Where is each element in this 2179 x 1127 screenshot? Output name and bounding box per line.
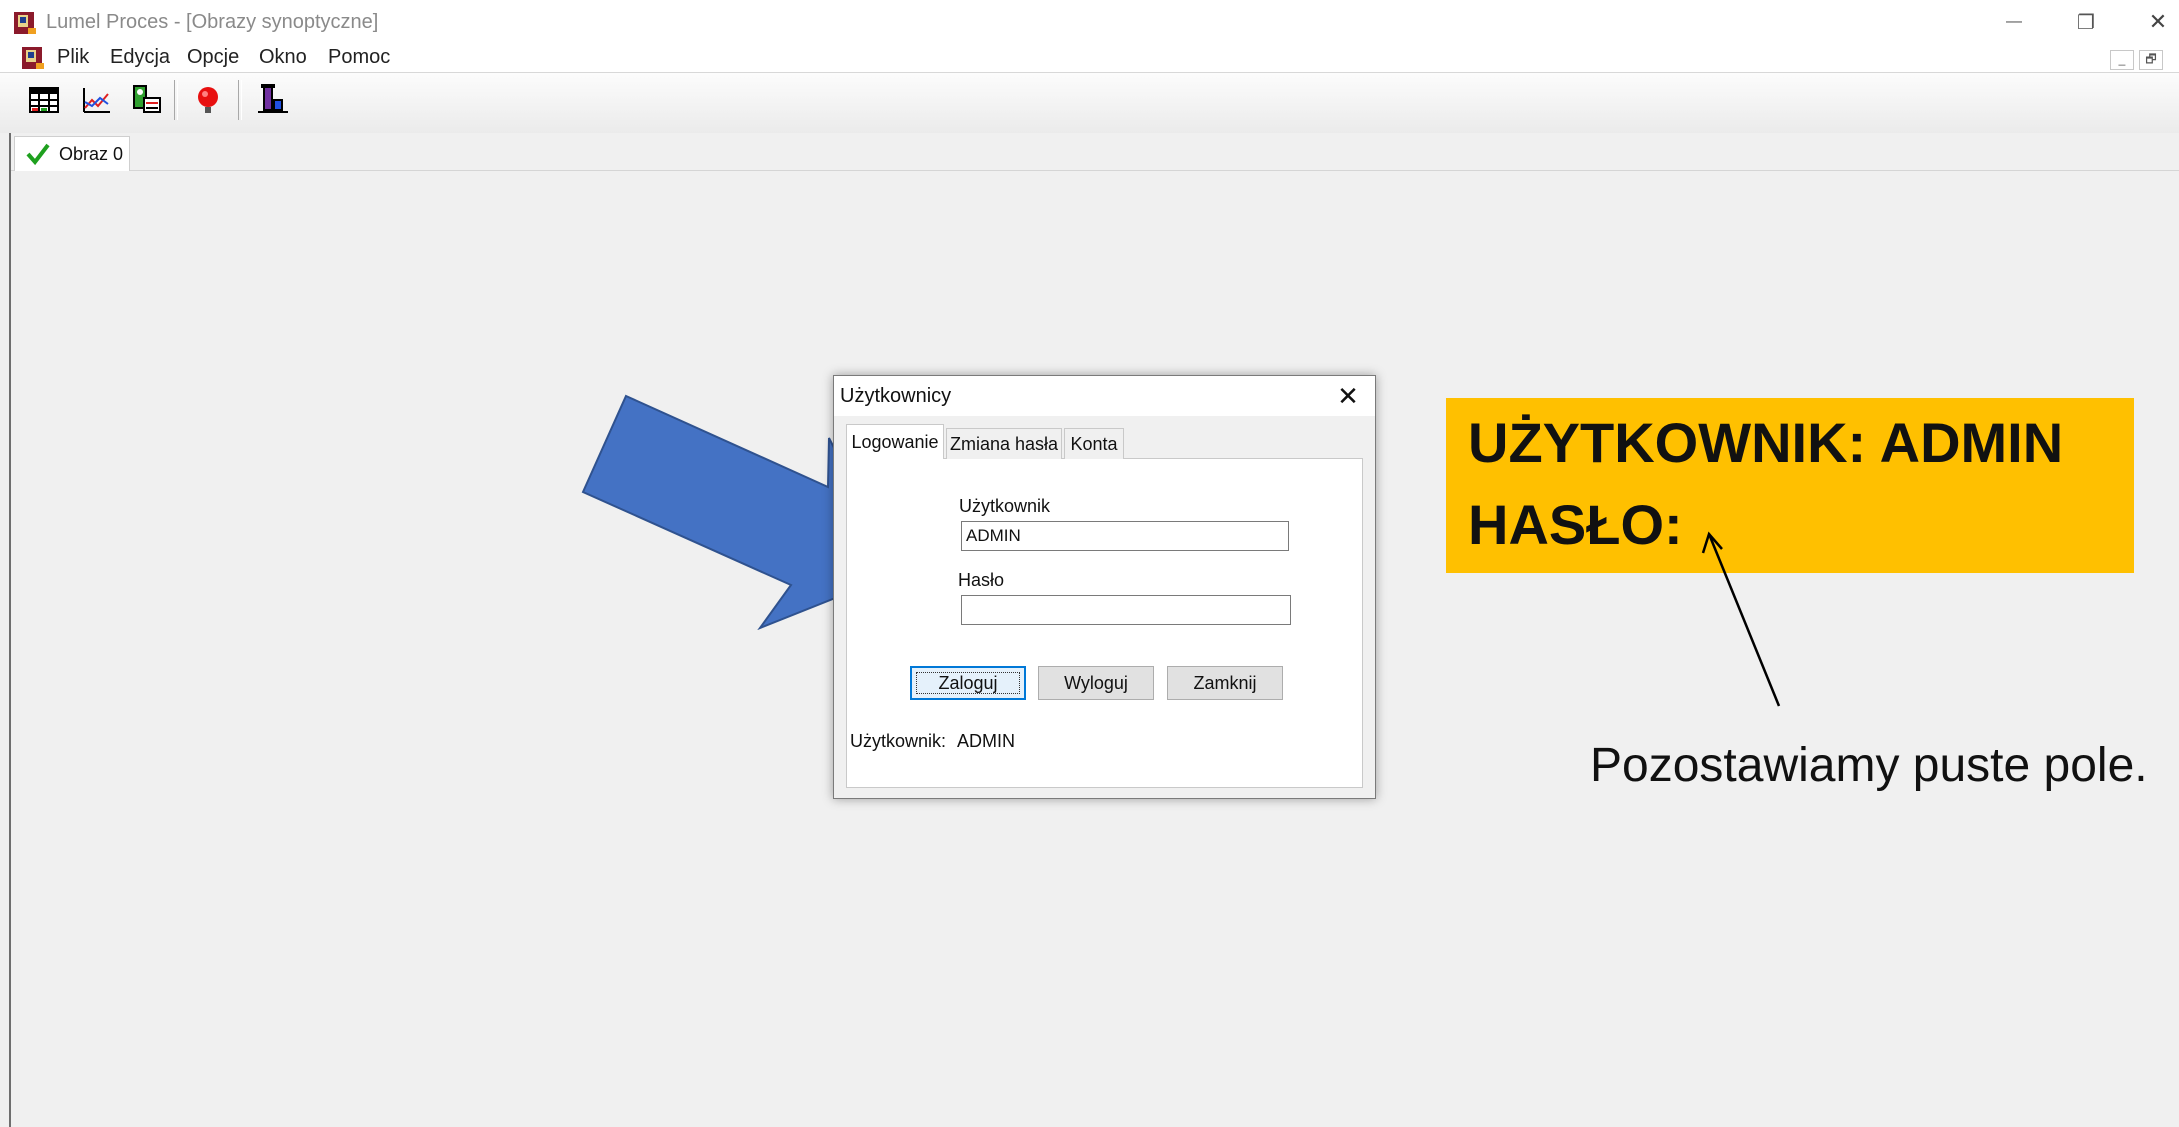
annotation-note: Pozostawiamy puste pole. [1590, 739, 2148, 792]
menu-plik[interactable]: Plik [57, 46, 89, 69]
mdi-minimize-button[interactable]: _ [2110, 50, 2134, 70]
document-tab-strip [11, 133, 2179, 171]
tab-logowanie[interactable]: Logowanie [846, 424, 944, 459]
restore-button[interactable]: ❐ [2058, 4, 2114, 40]
tab-label: Obraz 0 [59, 143, 124, 164]
password-input[interactable] [961, 595, 1291, 625]
close-button[interactable]: Zamknij [1167, 666, 1283, 700]
pointer-arrow [1701, 531, 1781, 707]
toolbar [0, 72, 2179, 135]
tab-obraz-0[interactable]: Obraz 0 [14, 136, 130, 171]
table-icon[interactable] [24, 80, 64, 120]
menu-pomoc[interactable]: Pomoc [328, 46, 390, 69]
callout-password-line: HASŁO: [1468, 493, 1683, 556]
minimize-icon: — [2006, 13, 2022, 30]
current-user-status: Użytkownik: ADMIN [850, 731, 1015, 752]
user-input[interactable] [961, 521, 1289, 551]
document-icon[interactable] [20, 45, 46, 71]
status-value: ADMIN [957, 731, 1016, 751]
dialog-close-button[interactable]: ✕ [1328, 378, 1368, 414]
callout-user-line: UŻYTKOWNIK: ADMIN [1468, 411, 2064, 474]
mdi-border [9, 133, 11, 1127]
report-icon[interactable] [126, 80, 166, 120]
checkmark-icon [26, 143, 50, 166]
restore-icon: ❐ [2077, 11, 2095, 34]
close-icon: ✕ [2148, 9, 2168, 34]
menu-bar [0, 44, 2179, 72]
status-label: Użytkownik: [850, 731, 947, 751]
menu-opcje[interactable]: Opcje [187, 46, 239, 69]
logout-button[interactable]: Wyloguj [1038, 666, 1154, 700]
focus-rect [916, 672, 1020, 694]
close-icon: ✕ [1337, 380, 1359, 411]
login-button[interactable]: Zaloguj [910, 666, 1026, 700]
user-label: Użytkownik [959, 496, 1051, 516]
credentials-callout: UŻYTKOWNIK: ADMIN HASŁO: [1446, 398, 2134, 573]
password-label: Hasło [958, 570, 1005, 590]
alarm-icon[interactable] [188, 80, 228, 120]
menu-okno[interactable]: Okno [259, 46, 307, 69]
dialog-title: Użytkownicy [840, 385, 952, 407]
toolbar-separator [174, 80, 178, 120]
window-title: Lumel Proces - [Obrazy synoptyczne] [46, 11, 379, 33]
minimize-button[interactable]: — [1986, 4, 2042, 40]
app-icon [14, 12, 36, 34]
mdi-restore-button[interactable]: 🗗 [2139, 50, 2163, 70]
tab-konta[interactable]: Konta [1064, 428, 1124, 459]
menu-edycja[interactable]: Edycja [110, 46, 170, 69]
process-icon[interactable] [252, 80, 292, 120]
close-window-button[interactable]: ✕ [2130, 4, 2179, 40]
chart-icon[interactable] [76, 80, 116, 120]
tab-zmiana-hasla[interactable]: Zmiana hasła [946, 428, 1062, 459]
users-dialog: Użytkownicy ✕ Logowanie Zmiana hasła Kon… [833, 375, 1376, 799]
toolbar-separator [238, 80, 242, 120]
